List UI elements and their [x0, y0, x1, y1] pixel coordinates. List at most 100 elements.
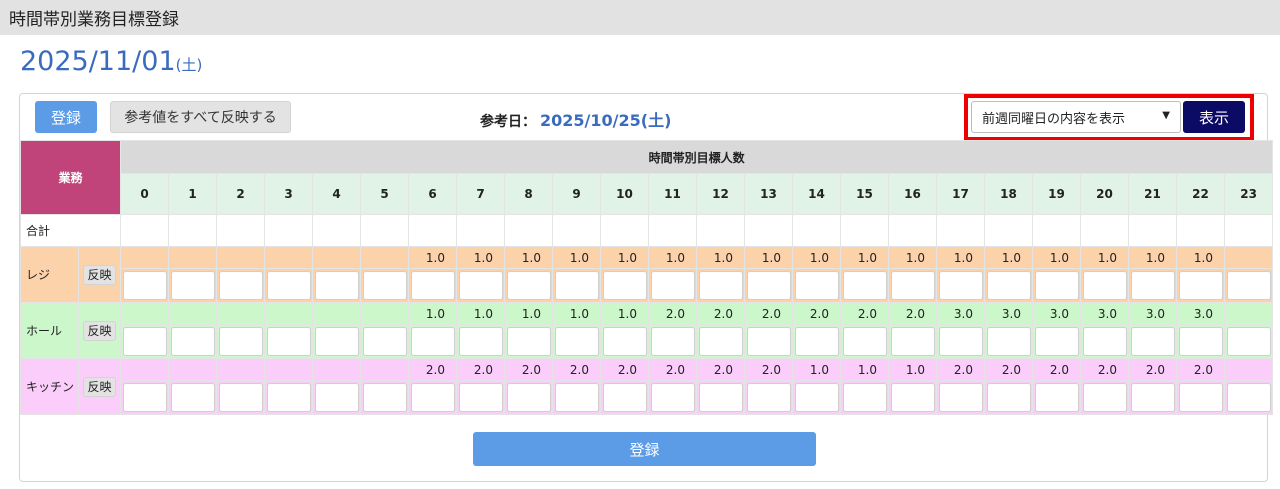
target-count-input[interactable] [939, 271, 984, 300]
reference-value: 1.0 [1128, 246, 1178, 269]
target-count-input[interactable] [987, 327, 1032, 356]
target-count-input[interactable] [219, 327, 264, 356]
target-count-input[interactable] [555, 383, 600, 412]
target-count-input[interactable] [1131, 271, 1176, 300]
target-count-input[interactable] [651, 271, 696, 300]
reference-value: 1.0 [888, 358, 938, 381]
target-count-input[interactable] [843, 271, 888, 300]
target-count-input[interactable] [891, 327, 936, 356]
target-count-input[interactable] [1035, 271, 1080, 300]
target-count-input[interactable] [363, 327, 408, 356]
target-count-input[interactable] [939, 383, 984, 412]
target-count-input[interactable] [1227, 327, 1272, 356]
target-count-input[interactable] [1179, 383, 1224, 412]
target-count-input[interactable] [171, 327, 216, 356]
target-count-input[interactable] [987, 383, 1032, 412]
target-count-input[interactable] [555, 271, 600, 300]
reflect-button-reji[interactable]: 反映 [83, 264, 116, 285]
reflect-all-button[interactable]: 参考値をすべて反映する [110, 101, 291, 133]
compare-select[interactable]: 前週同曜日の内容を表示 ▼ [971, 101, 1181, 133]
target-count-input[interactable] [507, 271, 552, 300]
hour-header-cell: 7 [456, 173, 506, 215]
target-count-input[interactable] [795, 327, 840, 356]
hour-header-cell: 18 [984, 173, 1034, 215]
target-count-input[interactable] [1227, 383, 1272, 412]
reflect-button-kitchen[interactable]: 反映 [83, 376, 116, 397]
register-button-top[interactable]: 登録 [35, 101, 97, 133]
target-count-input[interactable] [1083, 271, 1128, 300]
target-count-input[interactable] [219, 383, 264, 412]
input-cell [408, 324, 458, 359]
target-count-input[interactable] [363, 271, 408, 300]
target-count-input[interactable] [651, 327, 696, 356]
reference-value: 1.0 [840, 358, 890, 381]
target-count-input[interactable] [843, 327, 888, 356]
hour-header-cell: 0 [120, 173, 170, 215]
target-count-input[interactable] [219, 271, 264, 300]
input-cell [840, 268, 890, 303]
target-count-input[interactable] [1035, 327, 1080, 356]
reference-value: 1.0 [552, 246, 602, 269]
total-label: 合計 [19, 214, 122, 247]
input-cell [1080, 380, 1130, 415]
target-count-input[interactable] [987, 271, 1032, 300]
target-count-input[interactable] [1131, 383, 1176, 412]
target-count-input[interactable] [171, 271, 216, 300]
target-count-input[interactable] [795, 383, 840, 412]
target-count-input[interactable] [555, 327, 600, 356]
input-cell [1176, 268, 1226, 303]
total-cell [888, 214, 938, 247]
target-count-input[interactable] [1035, 383, 1080, 412]
input-cell [936, 380, 986, 415]
target-count-input[interactable] [603, 327, 648, 356]
input-cell [1128, 380, 1178, 415]
target-count-input[interactable] [1083, 383, 1128, 412]
target-count-input[interactable] [795, 271, 840, 300]
target-count-input[interactable] [747, 383, 792, 412]
target-count-input[interactable] [363, 383, 408, 412]
target-count-input[interactable] [699, 271, 744, 300]
target-count-input[interactable] [267, 327, 312, 356]
target-count-input[interactable] [315, 383, 360, 412]
target-count-input[interactable] [1179, 327, 1224, 356]
task-row-hall: ホール 反映 1.0 1.0 1.0 1.0 1.0 2.0 2.0 2.0 2.0 2.0 2.0 3.… [20, 302, 1274, 359]
target-count-input[interactable] [747, 327, 792, 356]
target-count-input[interactable] [507, 383, 552, 412]
target-count-input[interactable] [699, 327, 744, 356]
target-count-input[interactable] [651, 383, 696, 412]
target-count-input[interactable] [459, 383, 504, 412]
target-count-input[interactable] [459, 271, 504, 300]
target-count-input[interactable] [411, 271, 456, 300]
target-count-input[interactable] [1083, 327, 1128, 356]
target-count-input[interactable] [507, 327, 552, 356]
target-count-input[interactable] [1131, 327, 1176, 356]
target-count-input[interactable] [603, 383, 648, 412]
target-count-input[interactable] [411, 383, 456, 412]
target-count-input[interactable] [1227, 271, 1272, 300]
target-count-input[interactable] [315, 271, 360, 300]
target-count-input[interactable] [123, 327, 168, 356]
target-count-input[interactable] [315, 327, 360, 356]
input-cell [600, 324, 650, 359]
target-count-input[interactable] [891, 383, 936, 412]
show-button[interactable]: 表示 [1183, 101, 1245, 133]
target-count-input[interactable] [699, 383, 744, 412]
target-count-input[interactable] [1179, 271, 1224, 300]
target-count-input[interactable] [891, 271, 936, 300]
input-cell [216, 380, 266, 415]
target-count-input[interactable] [459, 327, 504, 356]
task-label-reji: レジ [20, 246, 79, 303]
target-count-input[interactable] [123, 383, 168, 412]
total-cell [600, 214, 650, 247]
target-count-input[interactable] [267, 383, 312, 412]
register-button-bottom[interactable]: 登録 [473, 432, 816, 466]
target-count-input[interactable] [843, 383, 888, 412]
target-count-input[interactable] [939, 327, 984, 356]
target-count-input[interactable] [171, 383, 216, 412]
target-count-input[interactable] [123, 271, 168, 300]
target-count-input[interactable] [603, 271, 648, 300]
reflect-button-hall[interactable]: 反映 [83, 320, 116, 341]
target-count-input[interactable] [747, 271, 792, 300]
target-count-input[interactable] [411, 327, 456, 356]
target-count-input[interactable] [267, 271, 312, 300]
